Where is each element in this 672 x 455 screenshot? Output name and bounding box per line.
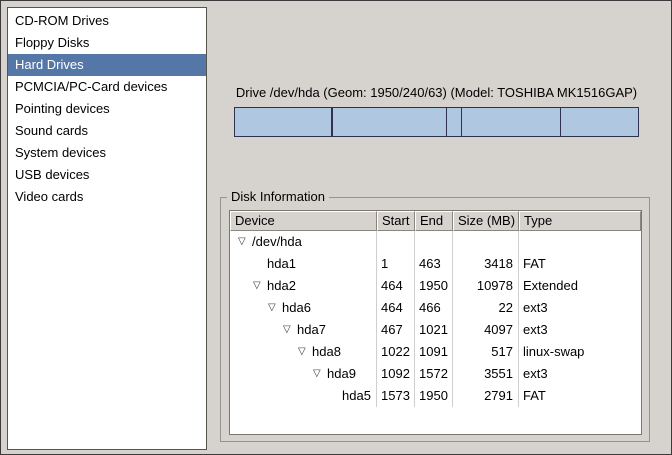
device-list-item-hard-drives[interactable]: Hard Drives (8, 54, 206, 76)
device-label: hda1 (267, 256, 296, 271)
disk-table-row-hda8[interactable]: ▽hda810221091517linux-swap (230, 341, 641, 363)
device-list-item-floppy-disks[interactable]: Floppy Disks (8, 32, 206, 54)
start-cell: 1 (377, 253, 415, 275)
disk-information-frame-label: Disk Information (227, 189, 329, 204)
disk-table-row-hda1[interactable]: hda1 14633418FAT (230, 253, 641, 275)
size-cell: 2791 (453, 385, 519, 407)
disk-table-row-hda2[interactable]: ▽hda2464195010978Extended (230, 275, 641, 297)
tree-expander-icon[interactable]: ▽ (253, 275, 267, 297)
end-cell (415, 231, 453, 253)
type-cell: ext3 (519, 363, 641, 385)
disk-table-row-hda7[interactable]: ▽hda746710214097ext3 (230, 319, 641, 341)
device-label: hda6 (282, 300, 311, 315)
disk-information-frame: Disk Information DeviceStartEndSize (MB)… (220, 197, 650, 442)
partition-segment-hda9 (461, 108, 560, 136)
tree-expander-icon[interactable]: ▽ (298, 341, 312, 363)
size-cell: 3418 (453, 253, 519, 275)
start-cell: 1573 (377, 385, 415, 407)
disk-table-row-hda9[interactable]: ▽hda9109215723551ext3 (230, 363, 641, 385)
column-header-end[interactable]: End (415, 211, 453, 231)
device-label: hda2 (267, 278, 296, 293)
type-cell: Extended (519, 275, 641, 297)
start-cell: 464 (377, 297, 415, 319)
partition-segment-hda5 (560, 108, 638, 136)
tree-expander-icon[interactable]: ▽ (313, 363, 327, 385)
end-cell: 1572 (415, 363, 453, 385)
column-header-type[interactable]: Type (519, 211, 641, 231)
device-label: /dev/hda (252, 234, 302, 249)
disk-table-body: ▽/dev/hdahda114633418FAT▽hda246419501097… (230, 231, 641, 407)
end-cell: 1950 (415, 385, 453, 407)
disk-table: DeviceStartEndSize (MB)Type ▽/dev/hdahda… (229, 210, 642, 435)
device-label: hda7 (297, 322, 326, 337)
partition-segment-hda7 (332, 108, 447, 136)
size-cell: 22 (453, 297, 519, 319)
disk-table-row-hda6[interactable]: ▽hda646446622ext3 (230, 297, 641, 319)
start-cell: 467 (377, 319, 415, 341)
column-header-start[interactable]: Start (377, 211, 415, 231)
column-header-size-mb[interactable]: Size (MB) (453, 211, 519, 231)
device-label: hda9 (327, 366, 356, 381)
device-list-item-system-devices[interactable]: System devices (8, 142, 206, 164)
disk-table-row--dev-hda[interactable]: ▽/dev/hda (230, 231, 641, 253)
start-cell: 1022 (377, 341, 415, 363)
start-cell: 1092 (377, 363, 415, 385)
hardware-browser-window: CD-ROM DrivesFloppy DisksHard DrivesPCMC… (0, 0, 672, 455)
column-separator (518, 231, 519, 407)
tree-expander-icon[interactable]: ▽ (268, 297, 282, 319)
device-list-item-pointing-devices[interactable]: Pointing devices (8, 98, 206, 120)
tree-expander-icon[interactable]: ▽ (283, 319, 297, 341)
type-cell: FAT (519, 385, 641, 407)
size-cell: 4097 (453, 319, 519, 341)
device-cell: hda5 (230, 385, 377, 407)
type-cell: linux-swap (519, 341, 641, 363)
type-cell: ext3 (519, 297, 641, 319)
device-cell: ▽hda6 (230, 297, 377, 319)
disk-table-header: DeviceStartEndSize (MB)Type (230, 211, 641, 231)
partition-segment-hda1 (235, 108, 331, 136)
device-label: hda8 (312, 344, 341, 359)
device-list-item-pcmcia-pc-card-devices[interactable]: PCMCIA/PC-Card devices (8, 76, 206, 98)
end-cell: 1091 (415, 341, 453, 363)
device-list-item-usb-devices[interactable]: USB devices (8, 164, 206, 186)
device-list-item-sound-cards[interactable]: Sound cards (8, 120, 206, 142)
device-cell: ▽hda8 (230, 341, 377, 363)
column-header-device[interactable]: Device (230, 211, 377, 231)
disk-table-row-hda5[interactable]: hda5 157319502791FAT (230, 385, 641, 407)
device-label: hda5 (342, 388, 371, 403)
column-separator (452, 231, 453, 407)
tree-expander-icon[interactable]: ▽ (238, 231, 252, 253)
type-cell: FAT (519, 253, 641, 275)
size-cell: 517 (453, 341, 519, 363)
type-cell: ext3 (519, 319, 641, 341)
partition-bar (234, 107, 639, 137)
start-cell (377, 231, 415, 253)
column-separator (376, 231, 377, 407)
end-cell: 1950 (415, 275, 453, 297)
end-cell: 463 (415, 253, 453, 275)
device-cell: hda1 (230, 253, 377, 275)
column-separator (414, 231, 415, 407)
type-cell (519, 231, 641, 253)
device-cell: ▽/dev/hda (230, 231, 377, 253)
device-list-item-cd-rom-drives[interactable]: CD-ROM Drives (8, 10, 206, 32)
size-cell (453, 231, 519, 253)
device-cell: ▽hda7 (230, 319, 377, 341)
device-cell: ▽hda2 (230, 275, 377, 297)
size-cell: 10978 (453, 275, 519, 297)
drive-title: Drive /dev/hda (Geom: 1950/240/63) (Mode… (229, 85, 644, 100)
size-cell: 3551 (453, 363, 519, 385)
partition-segment-hda8 (446, 108, 460, 136)
start-cell: 464 (377, 275, 415, 297)
device-list-item-video-cards[interactable]: Video cards (8, 186, 206, 208)
device-list[interactable]: CD-ROM DrivesFloppy DisksHard DrivesPCMC… (7, 7, 207, 450)
device-cell: ▽hda9 (230, 363, 377, 385)
end-cell: 466 (415, 297, 453, 319)
end-cell: 1021 (415, 319, 453, 341)
